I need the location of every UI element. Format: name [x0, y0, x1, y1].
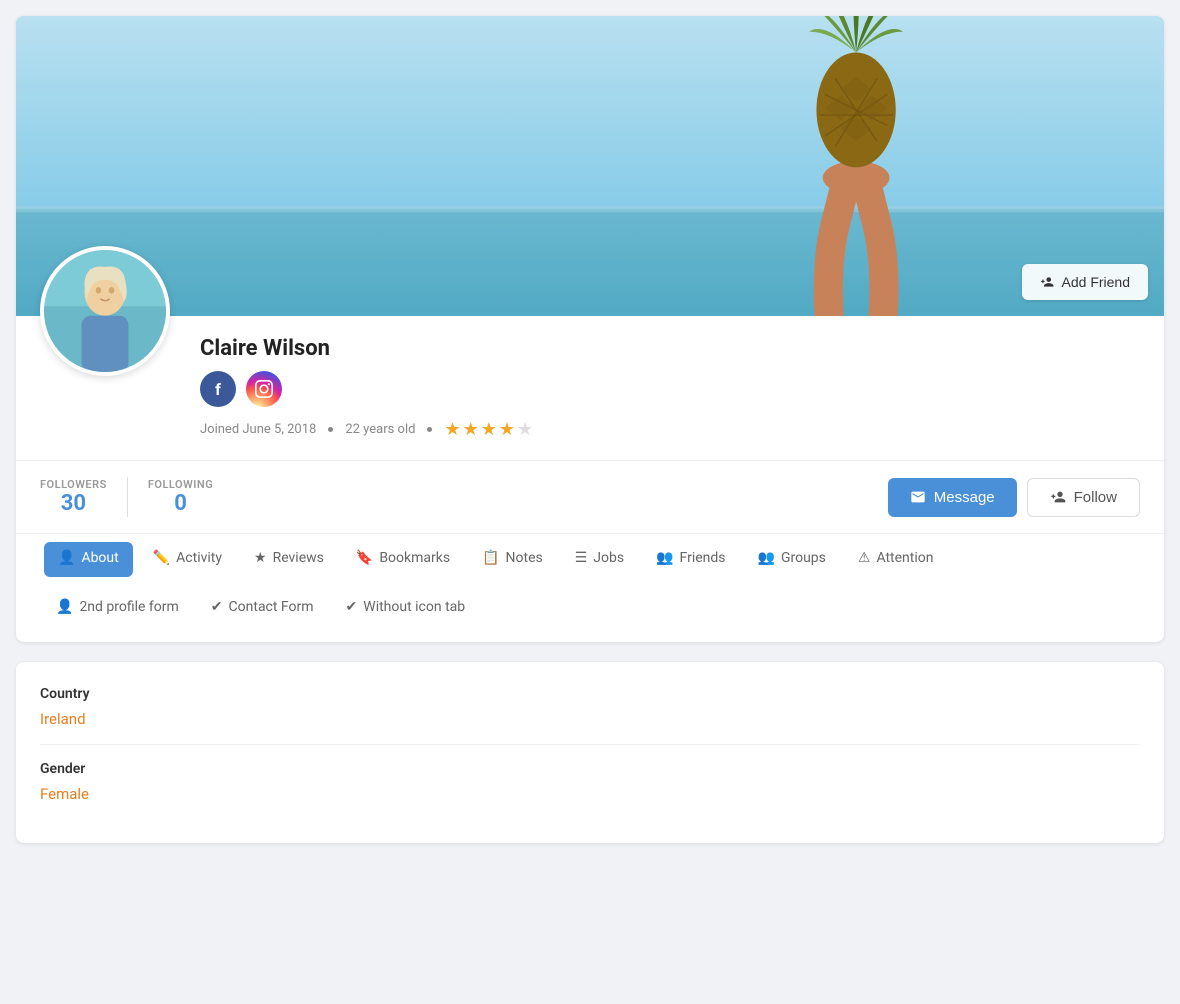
facebook-icon: f — [215, 380, 221, 399]
gender-field-group: Gender Female — [40, 745, 1140, 819]
tab-groups-icon: 👥 — [758, 550, 775, 566]
tab-reviews-label: Reviews — [273, 550, 324, 566]
tab-2nd-profile-form[interactable]: 👤 2nd profile form — [40, 585, 195, 632]
tab-bookmarks-label: Bookmarks — [379, 550, 450, 566]
tab-without-icon-label: Without icon tab — [363, 599, 465, 615]
tab-attention-label: Attention — [876, 550, 933, 566]
tab-groups-label: Groups — [781, 550, 826, 566]
country-label: Country — [40, 686, 1140, 702]
follow-button[interactable]: Follow — [1027, 478, 1140, 517]
followers-count: 30 — [40, 491, 107, 516]
tab-activity-icon: ✏️ — [153, 550, 170, 566]
profile-name-area: Claire Wilson f Joined June 5, 2018 22 y… — [200, 316, 1140, 440]
profile-age: 22 years old — [345, 422, 415, 437]
tab-contact-form[interactable]: ✔ Contact Form — [195, 585, 330, 632]
action-buttons: Message Follow — [888, 478, 1140, 517]
tab-reviews-icon: ★ — [254, 550, 267, 566]
instagram-link[interactable] — [246, 371, 282, 407]
stats-row: FOLLOWERS 30 FOLLOWING 0 Message — [16, 460, 1164, 533]
tab-friends[interactable]: 👥 Friends — [640, 536, 741, 583]
tab-about[interactable]: 👤 About — [44, 542, 133, 577]
profile-info-section: Claire Wilson f Joined June 5, 2018 22 y… — [16, 316, 1164, 460]
add-friend-label: Add Friend — [1062, 274, 1130, 290]
tab-about-label: About — [81, 550, 118, 566]
cover-photo: Add Friend — [16, 16, 1164, 316]
add-friend-button[interactable]: Add Friend — [1022, 264, 1148, 300]
gender-value: Female — [40, 785, 1140, 803]
star-2: ★ — [463, 419, 479, 440]
profile-name: Claire Wilson — [200, 336, 1140, 361]
profile-meta: Joined June 5, 2018 22 years old ★ ★ ★ ★… — [200, 419, 1140, 440]
tab-groups[interactable]: 👥 Groups — [742, 536, 842, 583]
tab-2nd-profile-form-icon: 👤 — [56, 599, 73, 615]
star-4: ★ — [499, 419, 515, 440]
following-count: 0 — [148, 491, 213, 516]
tab-2nd-profile-form-label: 2nd profile form — [79, 599, 178, 615]
meta-separator-2 — [427, 427, 432, 432]
tab-jobs[interactable]: ☰ Jobs — [559, 536, 640, 583]
gender-label: Gender — [40, 761, 1140, 777]
tabs-row-2: 👤 2nd profile form ✔ Contact Form ✔ With… — [40, 585, 1140, 642]
message-label: Message — [934, 489, 995, 506]
tab-without-icon-icon: ✔ — [346, 599, 358, 615]
tab-notes[interactable]: 📋 Notes — [466, 536, 559, 583]
star-1: ★ — [444, 419, 460, 440]
tab-notes-icon: 📋 — [482, 550, 499, 566]
tab-friends-icon: 👥 — [656, 550, 673, 566]
person-add-icon — [1040, 275, 1054, 289]
country-field-group: Country Ireland — [40, 686, 1140, 745]
tab-reviews[interactable]: ★ Reviews — [238, 536, 340, 583]
tab-activity-label: Activity — [176, 550, 222, 566]
following-stat[interactable]: FOLLOWING 0 — [128, 478, 233, 516]
instagram-icon — [255, 380, 273, 398]
country-value: Ireland — [40, 710, 1140, 728]
content-card: Country Ireland Gender Female — [16, 662, 1164, 843]
follow-label: Follow — [1074, 489, 1117, 506]
facebook-link[interactable]: f — [200, 371, 236, 407]
star-3: ★ — [481, 419, 497, 440]
tabs-section: 👤 About ✏️ Activity ★ Reviews 🔖 Bookmark… — [16, 533, 1164, 642]
followers-label: FOLLOWERS — [40, 478, 107, 491]
tab-bookmarks[interactable]: 🔖 Bookmarks — [340, 536, 466, 583]
tab-about-icon: 👤 — [58, 550, 75, 566]
follow-icon — [1050, 489, 1066, 505]
message-icon — [910, 489, 926, 505]
tab-activity[interactable]: ✏️ Activity — [137, 536, 238, 583]
tab-jobs-icon: ☰ — [575, 550, 588, 566]
tabs-row-1: 👤 About ✏️ Activity ★ Reviews 🔖 Bookmark… — [40, 534, 1140, 585]
message-button[interactable]: Message — [888, 478, 1017, 517]
profile-card: Add Friend — [16, 16, 1164, 642]
tab-without-icon[interactable]: ✔ Without icon tab — [330, 585, 482, 632]
star-5: ★ — [517, 419, 533, 440]
avatar-image — [44, 250, 166, 372]
tab-attention-icon: ⚠ — [858, 550, 871, 566]
tab-contact-form-label: Contact Form — [229, 599, 314, 615]
tab-contact-form-icon: ✔ — [211, 599, 223, 615]
followers-stat[interactable]: FOLLOWERS 30 — [40, 478, 127, 516]
tab-friends-label: Friends — [680, 550, 726, 566]
tab-bookmarks-icon: 🔖 — [356, 550, 373, 566]
following-label: FOLLOWING — [148, 478, 213, 491]
rating-stars: ★ ★ ★ ★ ★ — [444, 419, 533, 440]
tab-jobs-label: Jobs — [593, 550, 624, 566]
join-date: Joined June 5, 2018 — [200, 422, 316, 437]
tab-notes-label: Notes — [506, 550, 543, 566]
avatar — [40, 246, 170, 376]
meta-separator-1 — [328, 427, 333, 432]
social-icons: f — [200, 371, 1140, 407]
tab-attention[interactable]: ⚠ Attention — [842, 536, 950, 583]
